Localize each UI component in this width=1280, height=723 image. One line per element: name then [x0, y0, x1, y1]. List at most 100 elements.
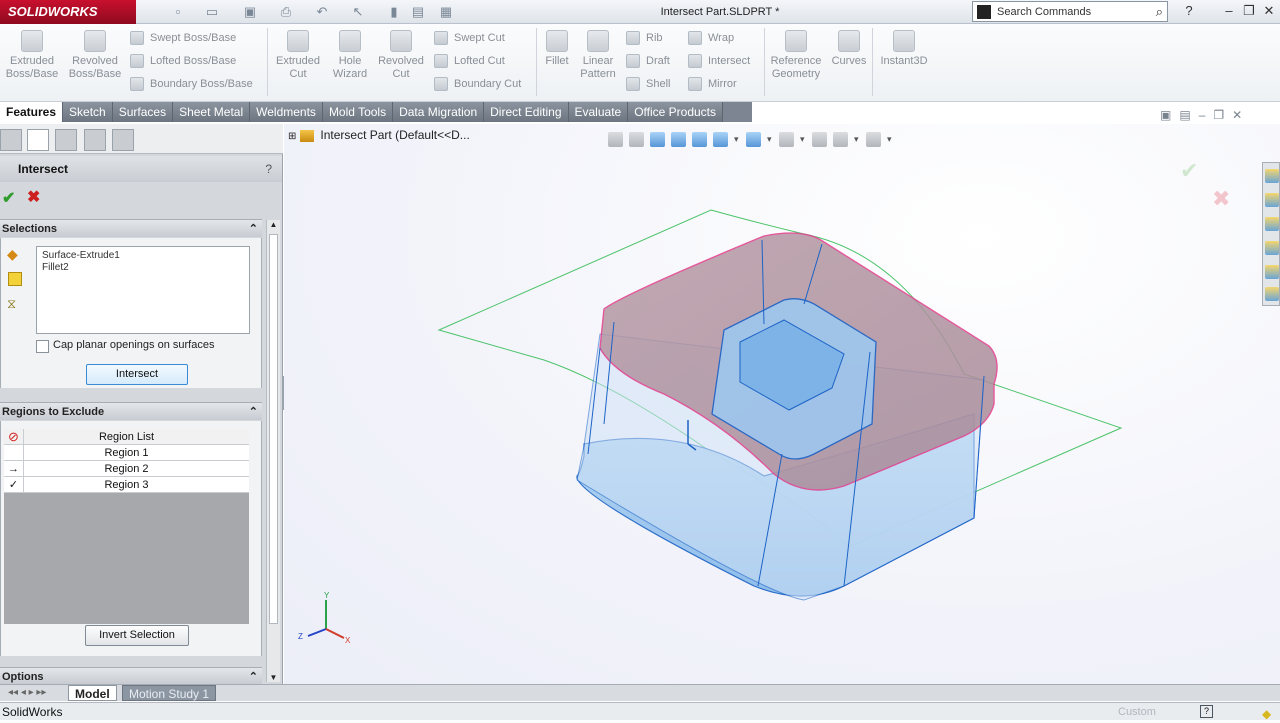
table-row[interactable]: Region 1 — [4, 445, 249, 461]
minimize-button[interactable]: – — [1220, 2, 1238, 20]
instant3d-button[interactable]: Instant3D — [876, 30, 932, 68]
collapse-chevron-icon[interactable]: ⌃ — [249, 220, 258, 238]
wrap-icon — [688, 31, 702, 45]
tab-features[interactable]: Features — [0, 102, 64, 122]
tab-mold-tools[interactable]: Mold Tools — [322, 102, 394, 122]
options-header[interactable]: Options ⌃ — [0, 667, 262, 685]
search-commands-field[interactable]: Search Commands ⌕ — [972, 1, 1168, 22]
ok-check-icon[interactable]: ✔ — [2, 188, 15, 208]
tab-model[interactable]: Model — [68, 685, 117, 701]
wrap-button[interactable]: Wrap — [686, 28, 734, 48]
swept-cut-button[interactable]: Swept Cut — [432, 28, 505, 48]
fillet-button[interactable]: Fillet — [540, 30, 574, 68]
list-item[interactable]: Fillet2 — [42, 262, 244, 274]
invert-selection-button[interactable]: Invert Selection — [85, 625, 189, 646]
property-manager-tab-icon[interactable] — [27, 129, 49, 151]
curves-label: Curves — [831, 55, 867, 67]
save-icon[interactable]: ▣ — [242, 4, 258, 20]
collapse-chevron-icon[interactable]: ⌃ — [249, 403, 258, 421]
ribbon-separator — [872, 28, 873, 96]
search-icon[interactable]: ⌕ — [1156, 4, 1163, 20]
open-icon[interactable]: ▭ — [204, 4, 220, 20]
curves-button[interactable]: Curves — [830, 30, 868, 68]
row-marker[interactable] — [4, 445, 24, 461]
selections-header[interactable]: Selections ⌃ — [0, 219, 262, 237]
table-row[interactable]: → Region 2 — [4, 461, 249, 477]
shell-button[interactable]: Shell — [624, 74, 670, 94]
list-item[interactable]: Surface-Extrude1 — [42, 250, 244, 262]
configuration-manager-tab-icon[interactable] — [55, 129, 77, 151]
shell-icon — [626, 77, 640, 91]
extruded-boss-button[interactable]: Extruded Boss/Base — [4, 30, 60, 81]
tab-surfaces[interactable]: Surfaces — [112, 102, 174, 122]
rebuild-icon[interactable]: ▮ — [386, 4, 402, 20]
rebuild-status-icon[interactable]: ◆ — [1262, 705, 1271, 723]
tile-icon[interactable]: ▣ — [1160, 108, 1171, 122]
part-model-graphic[interactable]: Y Z X — [284, 124, 1280, 686]
row-marker[interactable]: ✓ — [4, 477, 24, 493]
help-icon[interactable]: ? — [1180, 2, 1198, 20]
cancel-x-icon[interactable]: ✖ — [27, 187, 40, 207]
tab-sheet-metal[interactable]: Sheet Metal — [173, 102, 251, 122]
boundary-boss-icon — [130, 77, 144, 91]
tab-data-migration[interactable]: Data Migration — [393, 102, 485, 122]
mirror-button[interactable]: Mirror — [686, 74, 737, 94]
select-icon[interactable]: ↖ — [350, 4, 366, 20]
rib-button[interactable]: Rib — [624, 28, 663, 48]
table-row[interactable]: ✓ Region 3 — [4, 477, 249, 493]
hole-wizard-button[interactable]: Hole Wizard — [328, 30, 372, 81]
tab-office-products[interactable]: Office Products — [628, 102, 724, 122]
search-placeholder: Search Commands — [997, 5, 1092, 18]
row-marker[interactable]: → — [4, 461, 24, 477]
split-icon[interactable]: ▤ — [1179, 108, 1190, 122]
print-icon[interactable]: ⎙ — [278, 4, 294, 20]
regions-header[interactable]: Regions to Exclude ⌃ — [0, 402, 262, 420]
scroll-up-icon[interactable]: ▲ — [267, 220, 280, 229]
restore-button[interactable]: ❐ — [1240, 2, 1258, 20]
swept-boss-button[interactable]: Swept Boss/Base — [128, 28, 236, 48]
lofted-cut-button[interactable]: Lofted Cut — [432, 51, 505, 71]
extruded-cut-button[interactable]: Extruded Cut — [272, 30, 324, 81]
pm-help-icon[interactable]: ? — [265, 156, 272, 182]
feature-tree-tab-icon[interactable] — [0, 129, 22, 151]
tab-scroll-arrows-icon[interactable]: ◂◂ ◂ ▸ ▸▸ — [2, 685, 52, 701]
tab-sketch[interactable]: Sketch — [63, 102, 113, 122]
tab-evaluate[interactable]: Evaluate — [568, 102, 629, 122]
scroll-down-icon[interactable]: ▼ — [267, 673, 280, 682]
close-icon[interactable]: ✕ — [1232, 108, 1242, 122]
dimxpert-tab-icon[interactable] — [84, 129, 106, 151]
tab-motion-study-1[interactable]: Motion Study 1 — [122, 685, 217, 701]
undo-icon[interactable]: ↶ — [314, 4, 330, 20]
boundary-boss-button[interactable]: Boundary Boss/Base — [128, 74, 253, 94]
units-dropdown[interactable]: Custom — [1118, 703, 1156, 721]
search-scope-icon[interactable] — [977, 4, 991, 19]
boundary-cut-icon — [434, 77, 448, 91]
swept-cut-icon — [434, 31, 448, 45]
revolved-boss-button[interactable]: Revolved Boss/Base — [66, 30, 124, 81]
display-manager-tab-icon[interactable] — [112, 129, 134, 151]
intersect-tool-button[interactable]: Intersect — [686, 51, 750, 71]
status-help-icon[interactable]: ? — [1200, 705, 1213, 718]
cap-planar-checkbox[interactable] — [36, 340, 49, 353]
intersect-button[interactable]: Intersect — [86, 364, 188, 385]
command-manager-ribbon: Extruded Boss/Base Revolved Boss/Base Sw… — [0, 24, 1280, 102]
minimize-icon[interactable]: – — [1199, 108, 1206, 122]
panel-scrollbar[interactable]: ▲ ▼ — [266, 220, 280, 682]
boundary-cut-button[interactable]: Boundary Cut — [432, 74, 521, 94]
revolved-cut-button[interactable]: Revolved Cut — [376, 30, 426, 81]
linear-pattern-button[interactable]: Linear Pattern — [576, 30, 620, 81]
selected-entities-list[interactable]: Surface-Extrude1 Fillet2 — [36, 246, 250, 334]
solidworks-logo[interactable]: SOLIDWORKS — [0, 0, 136, 24]
options-icon[interactable]: ▦ — [438, 4, 454, 20]
new-document-icon[interactable]: ▫ — [170, 4, 186, 20]
draft-button[interactable]: Draft — [624, 51, 670, 71]
region-list-title: Region List — [98, 431, 155, 443]
lofted-boss-button[interactable]: Lofted Boss/Base — [128, 51, 236, 71]
tab-weldments[interactable]: Weldments — [250, 102, 323, 122]
scroll-thumb[interactable] — [269, 234, 278, 624]
tab-direct-editing[interactable]: Direct Editing — [484, 102, 569, 122]
reference-geometry-button[interactable]: Reference Geometry — [768, 30, 824, 81]
close-button[interactable]: ✕ — [1260, 2, 1278, 20]
restore-icon[interactable]: ❐ — [1213, 108, 1224, 122]
file-properties-icon[interactable]: ▤ — [410, 4, 426, 20]
